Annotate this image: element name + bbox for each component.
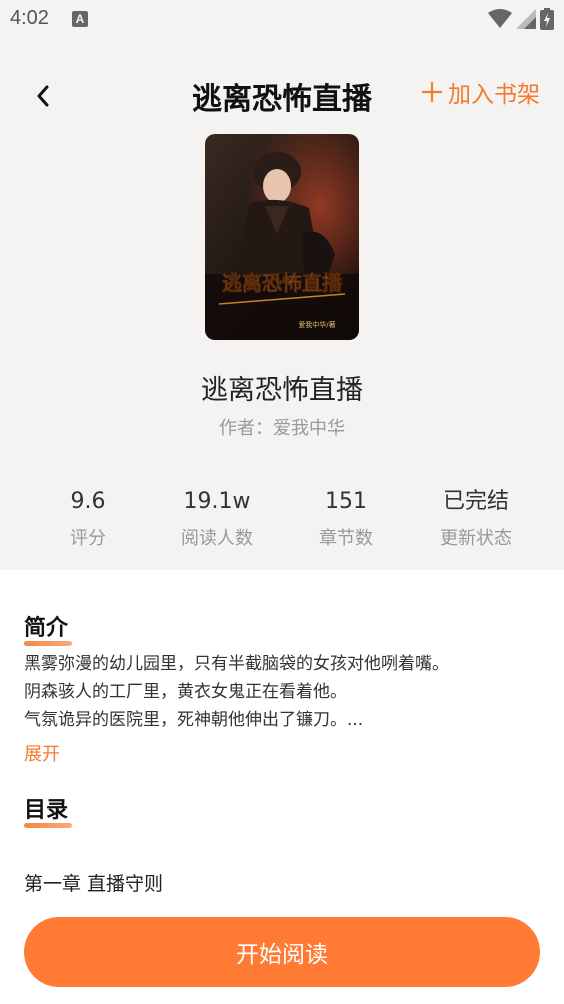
stat-value: 19.1w [183,489,251,514]
intro-heading-label: 简介 [24,616,69,641]
intro-line: 黑雾弥漫的幼儿园里，只有半截脑袋的女孩对他咧着嘴。 [24,654,449,674]
book-cover-art: 逃离恐怖直播 爱我中华/著 [205,134,359,340]
stat-value: 151 [325,489,367,514]
heading-underline [24,641,72,646]
stat-value: 已完结 [442,489,509,514]
intro-line: 阴森骇人的工厂里，黄衣女鬼正在看着他。 [24,682,347,702]
chapter-item[interactable]: 第一章 直播守则 [24,869,163,896]
heading-underline [24,823,72,828]
notification-icon: A [72,11,88,27]
stat-chapters: 151 章节数 [281,484,411,550]
add-to-shelf-button[interactable]: 加入书架 [422,76,540,108]
wifi-icon [488,9,512,28]
intro-text: 黑雾弥漫的幼儿园里，只有半截脑袋的女孩对他咧着嘴。 阴森骇人的工厂里，黄衣女鬼正… [24,650,544,734]
book-author: 作者：爱我中华 [219,418,345,439]
status-time: 4:02 [10,7,49,29]
stat-label: 更新状态 [440,528,512,549]
book-cover[interactable]: 逃离恐怖直播 爱我中华/著 [205,134,359,340]
stat-readers: 19.1w 阅读人数 [152,484,282,550]
stat-label: 章节数 [319,528,373,549]
status-bar: 4:02 A [0,0,564,38]
cover-author: 爱我中华/著 [298,320,335,329]
status-icons [488,8,554,30]
stat-label: 阅读人数 [181,528,253,549]
battery-icon [540,8,554,30]
signal-icon [516,9,536,29]
stat-status: 已完结 更新状态 [411,484,541,550]
expand-button[interactable]: 展开 [24,740,60,766]
add-to-shelf-label: 加入书架 [448,82,540,108]
stat-label: 评分 [70,528,106,549]
intro-heading: 简介 [24,610,72,646]
stat-rating: 9.6 评分 [23,484,153,550]
start-reading-button[interactable]: 开始阅读 [24,917,540,987]
intro-line: 气氛诡异的医院里，死神朝他伸出了镰刀。... [24,710,364,730]
plus-icon [422,82,442,102]
catalog-heading: 目录 [24,792,72,828]
stat-value: 9.6 [70,489,106,514]
catalog-heading-label: 目录 [24,798,69,823]
book-title: 逃离恐怖直播 [201,375,363,406]
cover-title: 逃离恐怖直播 [222,271,343,295]
